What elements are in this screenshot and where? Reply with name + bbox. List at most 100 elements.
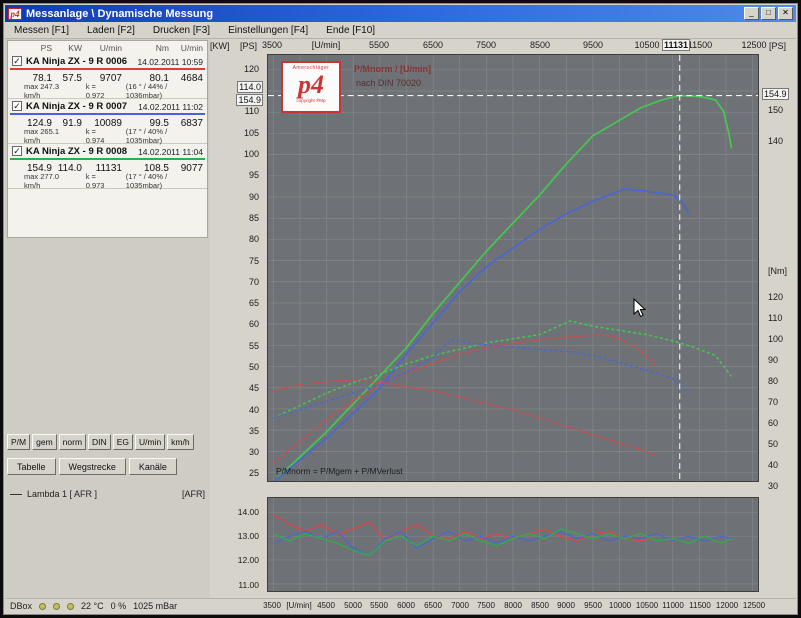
lambda-label: Lambda 1 [ AFR ] <box>27 489 97 499</box>
kw-tick-label: 60 <box>249 319 259 329</box>
ps-tick-label: 150 <box>768 105 783 115</box>
rpm-axis-label: [U/min] <box>302 40 350 50</box>
maximize-button[interactable]: □ <box>761 7 776 20</box>
main-chart-right-axis: [PS]150140154.9[Nm]120110100908070605040… <box>761 54 798 490</box>
afr-chart-canvas <box>268 498 758 591</box>
logo-small-text-bottom: copyright ®Mp <box>283 98 339 103</box>
kw-tick-label: 70 <box>249 277 259 287</box>
kw-tick-label: 75 <box>249 256 259 266</box>
menu-item-3[interactable]: Drucken [F3] <box>144 23 219 38</box>
kw-tick-label: 95 <box>249 170 259 180</box>
nm-tick-label: 80 <box>768 376 778 386</box>
kw-tick-label: 40 <box>249 405 259 415</box>
toggle-button-din[interactable]: DIN <box>88 434 111 450</box>
run-k-factor: k = 0.974 <box>86 127 116 145</box>
header-nm: Nm <box>129 43 169 53</box>
kw-tick-label: 80 <box>249 234 259 244</box>
run-card-0007[interactable]: ✓ KA Ninja ZX - 9 R 0007 14.02.2011 11:0… <box>8 99 207 144</box>
button-wegstrecke[interactable]: Wegstrecke <box>59 458 126 475</box>
pressure-readout: 1025 mBar <box>133 601 177 611</box>
afr-tick-label: 13.00 <box>238 531 259 541</box>
main-chart-top-axis: 3500[U/min]55006500750085009500105001150… <box>267 40 759 53</box>
status-led-1 <box>39 603 46 610</box>
menu-item-2[interactable]: Laden [F2] <box>78 23 144 38</box>
toggle-button-pm[interactable]: P/M <box>7 434 30 450</box>
button-kanle[interactable]: Kanäle <box>129 458 177 475</box>
nm-tick-label: 40 <box>768 460 778 470</box>
torque-run-0008 <box>273 321 731 418</box>
afr-tick-label: 12.00 <box>238 555 259 565</box>
toggle-button-norm[interactable]: norm <box>59 434 86 450</box>
afr-tick-label: 11.00 <box>238 580 259 590</box>
toggle-button-umin[interactable]: U/min <box>135 434 165 450</box>
menu-item-5[interactable]: Ende [F10] <box>317 23 384 38</box>
lambda-legend-line <box>10 494 22 495</box>
run-card-0008[interactable]: ✓ KA Ninja ZX - 9 R 0008 14.02.2011 11:0… <box>8 144 207 189</box>
kw-tick-label: 50 <box>249 362 259 372</box>
header-kw: KW <box>52 43 82 53</box>
header-rpm2: U/min <box>169 43 207 53</box>
kw-unit-label: [KW] <box>210 41 230 51</box>
run-name: KA Ninja ZX - 9 R 0007 <box>26 101 138 112</box>
app-icon: p4 <box>8 8 22 20</box>
run-checkbox[interactable]: ✓ <box>12 146 22 156</box>
torque-run-0007 <box>273 340 689 418</box>
chart-subtitle: nach DIN 70020 <box>356 78 421 88</box>
afr-run-0006 <box>273 515 651 541</box>
run-details: max 247.3 km/h k = 0.972 (16 ° / 44% / 1… <box>8 85 207 96</box>
rpm-axis-label: 9500 <box>569 40 617 50</box>
app-window: p4 Messanlage \ Dynamische Messung _ □ ✕… <box>3 3 798 615</box>
run-name: KA Ninja ZX - 9 R 0006 <box>26 56 137 67</box>
afr-chart-left-axis: 14.0013.0012.0011.00 <box>207 497 264 592</box>
kw-tick-label: 85 <box>249 213 259 223</box>
run-max-speed: max 247.3 km/h <box>24 82 76 100</box>
title-bar[interactable]: p4 Messanlage \ Dynamische Messung _ □ ✕ <box>5 5 796 22</box>
main-chart[interactable]: Amerschläger p4 copyright ®Mp P/Mnorm / … <box>267 54 759 482</box>
kw-tick-label: 120 <box>244 64 259 74</box>
run-conditions: (17 ° / 40% / 1035mbar) <box>126 127 207 145</box>
run-checkbox[interactable]: ✓ <box>12 56 22 66</box>
runs-list: PS KW U/min Nm U/min ✓ KA Ninja ZX - 9 R… <box>7 40 208 238</box>
view-buttons-row: TabelleWegstreckeKanäle <box>7 458 177 475</box>
crosshair-rpm-readout: 11131 <box>662 39 690 51</box>
kw-tick-label: 25 <box>249 468 259 478</box>
screen: p4 Messanlage \ Dynamische Messung _ □ ✕… <box>0 0 801 618</box>
afr-chart[interactable] <box>267 497 759 592</box>
unit-toggle-row: P/MgemnormDINEGU/minkm/h <box>7 434 194 450</box>
lambda-legend-row: Lambda 1 [ AFR ] [AFR] <box>10 489 205 499</box>
toggle-button-gem[interactable]: gem <box>32 434 57 450</box>
status-led-2 <box>53 603 60 610</box>
status-led-3 <box>67 603 74 610</box>
run-card-0006[interactable]: ✓ KA Ninja ZX - 9 R 0006 14.02.2011 10:5… <box>8 54 207 99</box>
toggle-button-kmh[interactable]: km/h <box>167 434 193 450</box>
torque-run-0006 <box>273 380 657 455</box>
crosshair-ps-readout-right: 154.9 <box>762 88 789 100</box>
minimize-button[interactable]: _ <box>744 7 759 20</box>
toggle-button-eg[interactable]: EG <box>113 434 133 450</box>
run-details: max 265.1 km/h k = 0.974 (17 ° / 40% / 1… <box>8 130 207 141</box>
close-button[interactable]: ✕ <box>778 7 793 20</box>
menu-item-1[interactable]: Messen [F1] <box>5 23 78 38</box>
chart-formula: P/Mnorm = P/Mgem + P/MVerlust <box>276 466 403 476</box>
nm-tick-label: 110 <box>768 313 782 323</box>
run-k-factor: k = 0.973 <box>86 172 116 190</box>
crosshair-kw-readout: 114.0 <box>237 81 263 93</box>
run-name: KA Ninja ZX - 9 R 0008 <box>26 146 138 157</box>
nm-tick-label: 30 <box>768 481 778 491</box>
button-tabelle[interactable]: Tabelle <box>7 458 56 475</box>
nm-tick-label: 60 <box>768 418 778 428</box>
chart-title: P/Mnorm / [U/min] <box>354 64 431 74</box>
nm-tick-label: 70 <box>768 397 778 407</box>
kw-tick-label: 45 <box>249 383 259 393</box>
nm-tick-label: 90 <box>768 355 778 365</box>
humidity-readout: 0 % <box>111 601 127 611</box>
run-conditions: (17 ° / 40% / 1035mbar) <box>126 172 207 190</box>
temperature-readout: 22 °C <box>81 601 104 611</box>
runs-header: PS KW U/min Nm U/min <box>8 41 207 54</box>
nm-unit-label: [Nm] <box>768 266 787 276</box>
run-checkbox[interactable]: ✓ <box>12 101 22 111</box>
rpm-axis-label-bottom: 12500 <box>737 601 771 610</box>
menu-bar: Messen [F1]Laden [F2]Drucken [F3]Einstel… <box>5 22 796 39</box>
main-chart-left-axis: [KW][PS]12011511010510095908580757065605… <box>207 54 264 482</box>
menu-item-4[interactable]: Einstellungen [F4] <box>219 23 317 38</box>
